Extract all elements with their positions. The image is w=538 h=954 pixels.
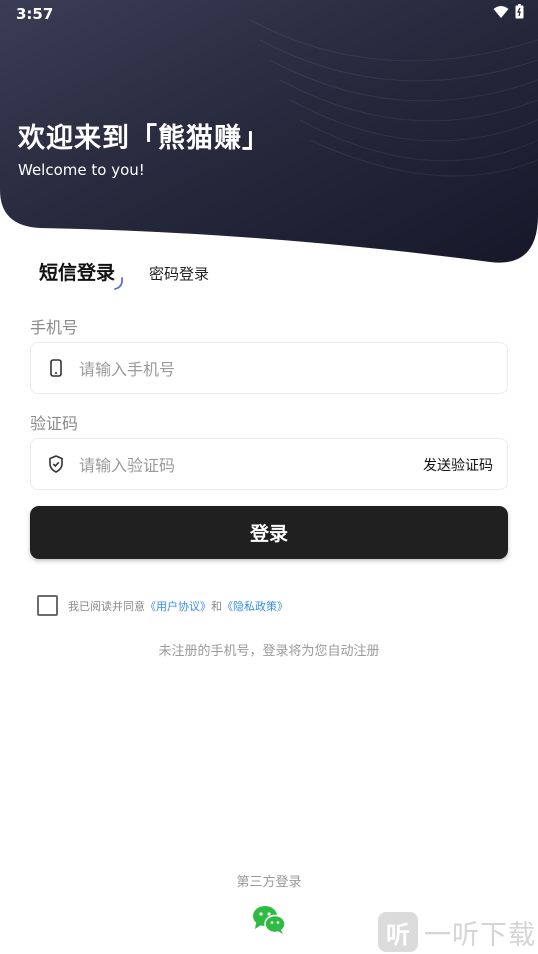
status-bar: 3:57	[0, 0, 538, 28]
code-input[interactable]	[77, 439, 401, 491]
code-field: 发送验证码	[30, 438, 508, 491]
agreement-prefix: 我已阅读并同意	[68, 599, 145, 613]
watermark: 听 一听下载	[378, 912, 536, 952]
header-banner: 3:57 欢迎来到「熊猫赚」 Welcome to you!	[0, 0, 538, 270]
agreement-checkbox[interactable]	[37, 595, 58, 616]
agreement-row: 我已阅读并同意 《用户协议》 和 《隐私政策》	[37, 595, 288, 616]
privacy-policy-link[interactable]: 《隐私政策》	[222, 598, 288, 614]
login-button[interactable]: 登录	[30, 506, 508, 559]
phone-field	[30, 342, 508, 395]
status-icons	[493, 4, 524, 19]
tab-sms-login-label: 短信登录	[39, 262, 116, 284]
shield-icon	[47, 454, 65, 478]
watermark-text: 一听下载	[424, 919, 536, 951]
agreement-and: 和	[211, 599, 222, 613]
phone-label: 手机号	[30, 318, 79, 337]
third-party-login-title: 第三方登录	[236, 875, 302, 890]
tab-sms-login[interactable]: 短信登录	[39, 258, 124, 290]
battery-icon	[515, 4, 524, 19]
welcome-title: 欢迎来到「熊猫赚」	[18, 123, 270, 154]
phone-icon	[47, 358, 65, 382]
wechat-icon[interactable]	[251, 904, 287, 940]
login-tabs: 短信登录 密码登录	[39, 258, 209, 290]
active-tab-indicator	[114, 277, 124, 290]
send-code-button[interactable]: 发送验证码	[423, 455, 493, 475]
watermark-badge: 听	[378, 912, 418, 952]
code-label: 验证码	[30, 414, 79, 433]
phone-input[interactable]	[77, 343, 401, 395]
status-time: 3:57	[16, 5, 54, 23]
wifi-icon	[493, 5, 509, 18]
tab-password-login[interactable]: 密码登录	[149, 263, 209, 284]
welcome-subtitle: Welcome to you!	[18, 161, 145, 179]
auto-register-hint: 未注册的手机号，登录将为您自动注册	[158, 644, 380, 659]
user-agreement-link[interactable]: 《用户协议》	[145, 598, 211, 614]
